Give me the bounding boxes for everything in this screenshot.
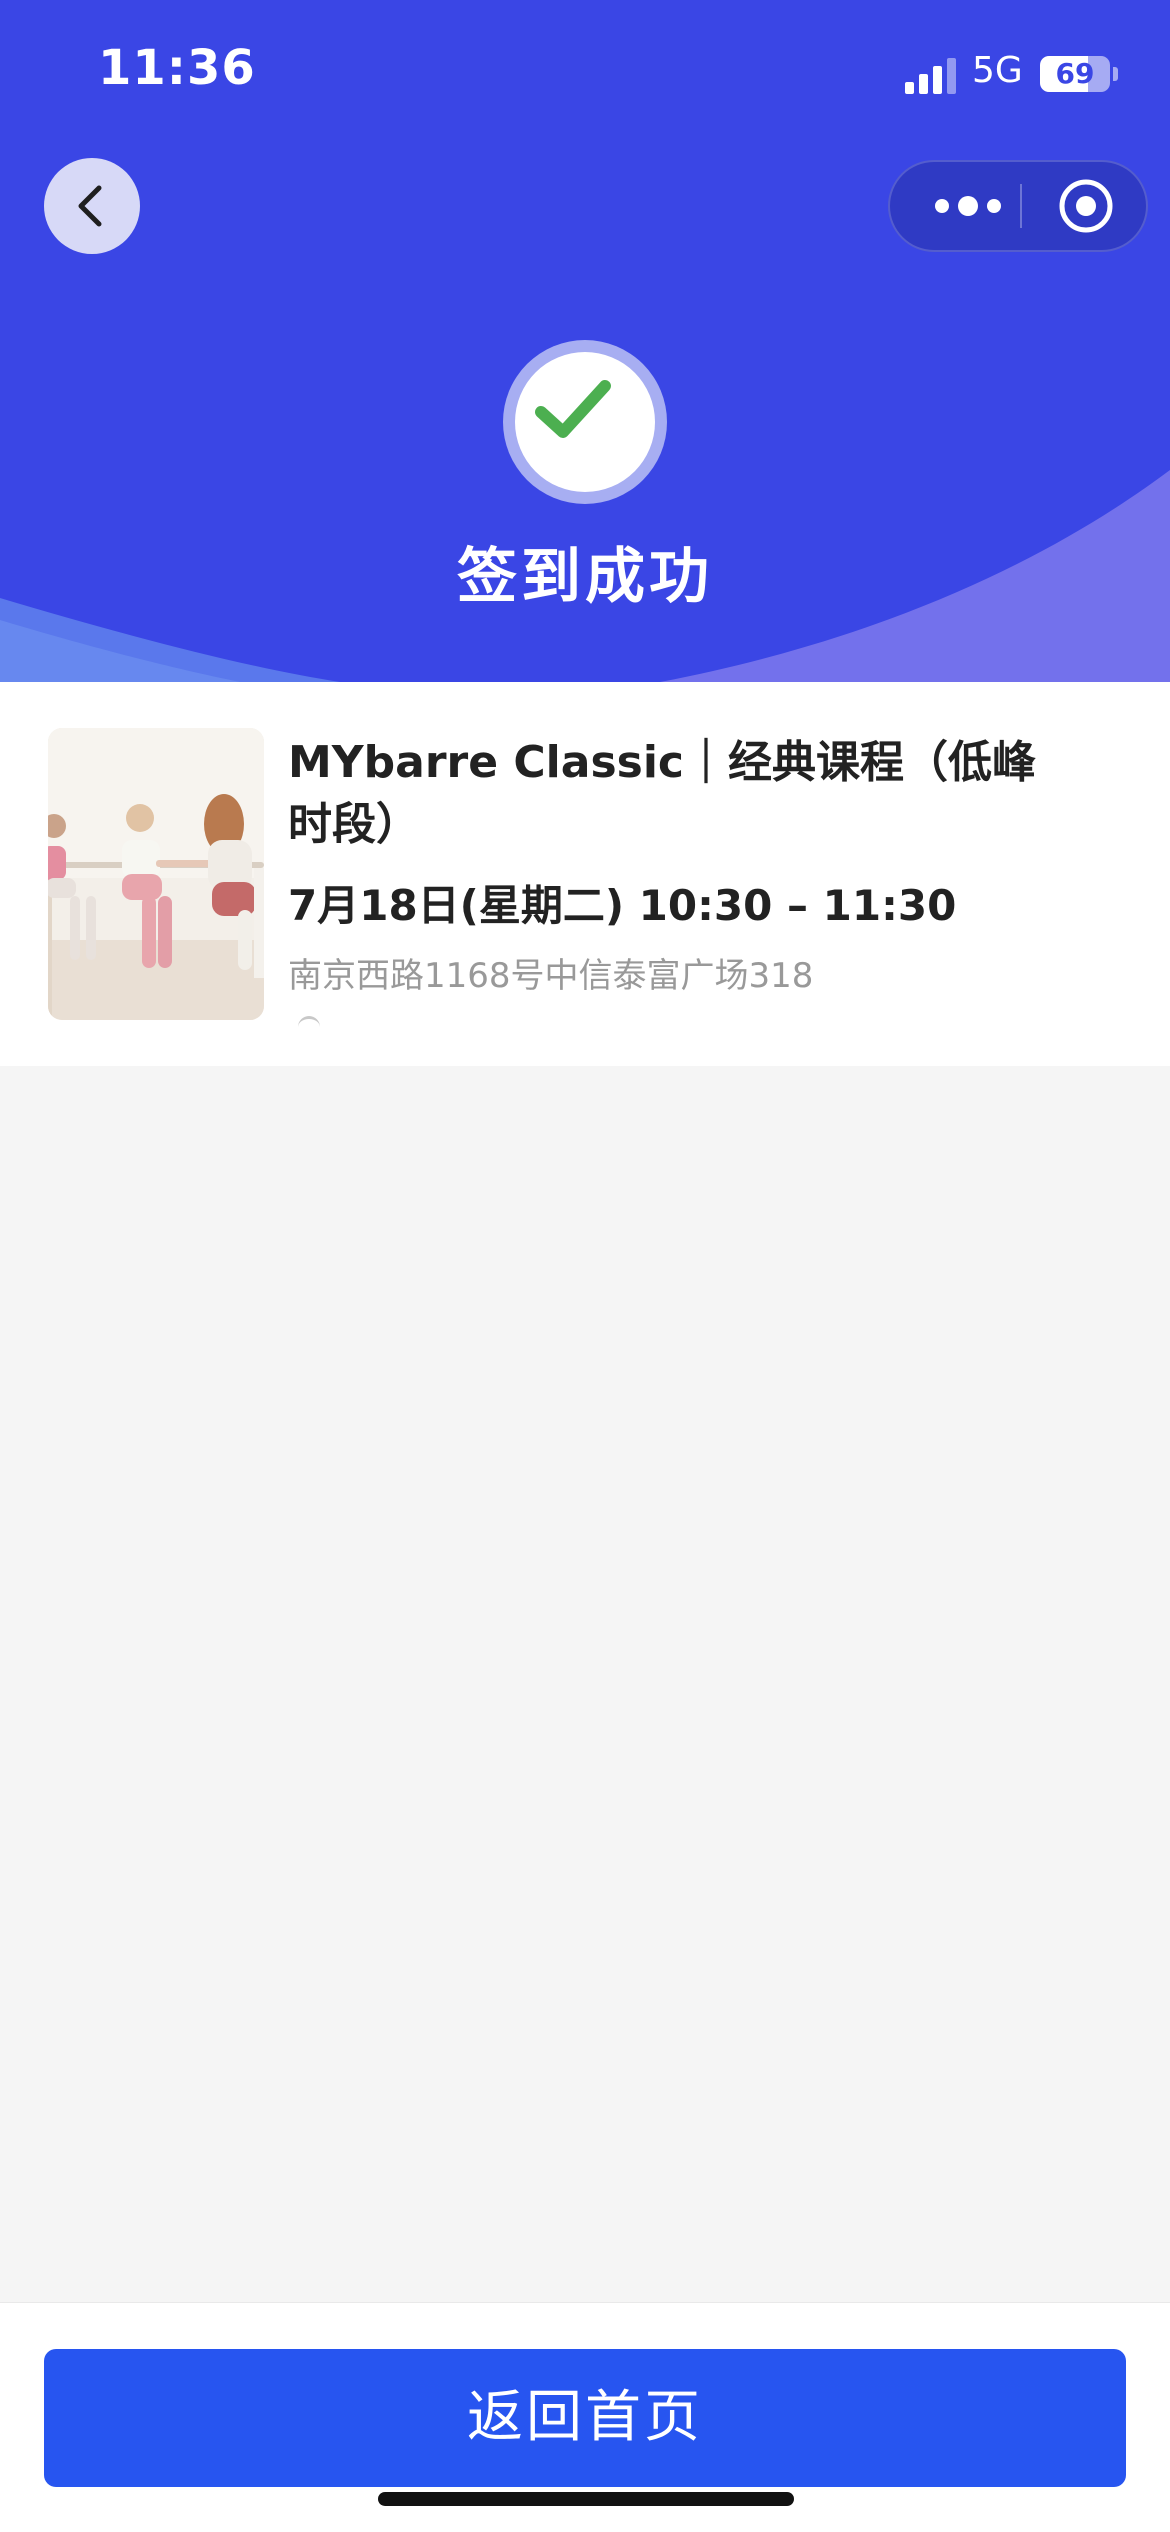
course-thumbnail [48,728,264,1020]
course-photo-image [48,728,264,1020]
success-badge [503,340,667,504]
return-home-button[interactable]: 返回首页 [44,2349,1126,2487]
check-icon [535,380,611,438]
mini-program-capsule [888,160,1148,252]
network-type: 5G [972,50,1023,91]
course-time: 7月18日(星期二) 10:30 – 11:30 [288,881,957,930]
home-indicator [378,2492,794,2506]
chevron-left-icon [78,185,102,227]
course-title: MYbarre Classic｜经典课程（低峰时段） [288,737,1036,850]
course-address: 南京西路1168号中信泰富广场318 [288,956,814,996]
target-circle-icon[interactable] [1056,176,1116,236]
success-title: 签到成功 [457,542,713,612]
status-time: 11:36 [98,40,256,96]
more-dots-icon[interactable] [918,162,1018,250]
battery-percentage: 69 [1055,57,1095,90]
back-button[interactable] [44,158,140,254]
success-header: 11:36 5G 69 签到成功 [0,0,1170,682]
battery-tip [1113,67,1118,81]
signal-icon [905,58,956,94]
course-card[interactable]: MYbarre Classic｜经典课程（低峰时段） 7月18日(星期二) 10… [0,682,1170,1066]
status-bar: 11:36 5G 69 [0,0,1170,150]
capsule-divider [1020,184,1022,228]
battery-icon: 69 [1040,56,1110,92]
course-extra-indicator [298,1016,320,1031]
